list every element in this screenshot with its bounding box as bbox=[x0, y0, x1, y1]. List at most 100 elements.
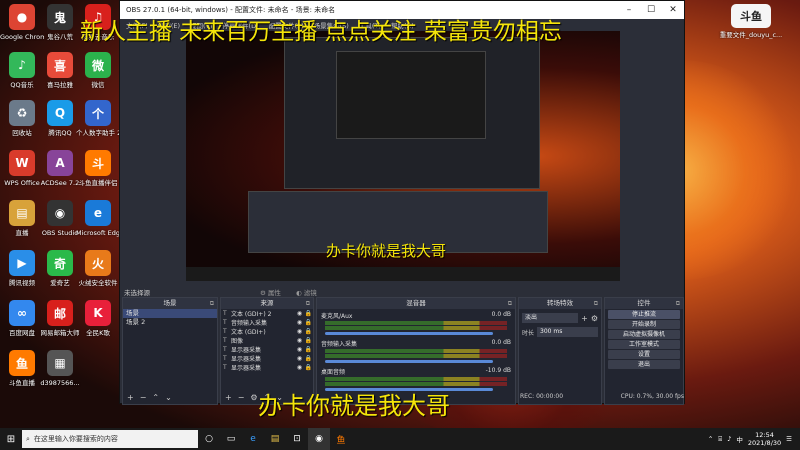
clock-date: 2021/8/30 bbox=[747, 439, 782, 447]
add-icon[interactable]: + bbox=[581, 314, 588, 323]
source-item[interactable]: T 音频输入采集 ◉ 🔒 bbox=[221, 318, 313, 327]
gear-icon[interactable]: ⚙ bbox=[250, 393, 257, 402]
control-button[interactable]: 工作室模式 bbox=[608, 340, 680, 349]
chevron-up-icon[interactable]: ⌃ bbox=[708, 435, 713, 443]
obs-window[interactable]: OBS 27.0.1 (64-bit, windows) - 配置文件: 未命名… bbox=[119, 0, 685, 405]
gear-icon[interactable]: ⚙ bbox=[591, 314, 598, 323]
search-icon: ⌕ bbox=[26, 434, 30, 443]
lock-icon[interactable]: 🔒 bbox=[304, 328, 313, 335]
desktop-icon-label: 火绒安全软件 bbox=[78, 279, 118, 287]
dock-float-icon[interactable]: ⧉ bbox=[306, 298, 310, 309]
properties-button[interactable]: ⚙ 属性 bbox=[260, 287, 281, 297]
eye-icon[interactable]: ◉ bbox=[295, 319, 304, 326]
eye-icon[interactable]: ◉ bbox=[295, 328, 304, 335]
source-type-icon: T bbox=[223, 346, 227, 353]
control-button[interactable]: 停止推流 bbox=[608, 310, 680, 319]
eye-icon[interactable]: ◉ bbox=[295, 337, 304, 344]
source-item[interactable]: T 显示器采集 ◉ 🔒 bbox=[221, 345, 313, 354]
lock-icon[interactable]: 🔒 bbox=[304, 364, 313, 371]
desktop-icon[interactable]: 微微信 bbox=[76, 52, 120, 89]
taskbar: ⊞ ⌕ 在这里输入你要搜索的内容 ○ ▭ e ▤ ⊡ ◉ 鱼 ⌃ ⌸ ♪ 中 1… bbox=[0, 428, 800, 450]
transitions-dock[interactable]: 转场特效 ⧉ 淡出 + ⚙ 时长 300 ms bbox=[518, 297, 602, 405]
mixer-channel-header: 麦克风/Aux 0.0 dB bbox=[321, 311, 511, 320]
channel-level: -10.9 dB bbox=[485, 367, 511, 374]
desktop-icon-douyu-file[interactable]: 斗鱼 重要文件_douyu_c... bbox=[706, 4, 796, 39]
desktop-icon[interactable]: K 全民K歌 bbox=[76, 300, 120, 337]
eye-icon[interactable]: ◉ bbox=[295, 355, 304, 362]
input-language[interactable]: 中 bbox=[736, 434, 743, 444]
dock-float-icon[interactable]: ⧉ bbox=[676, 298, 680, 309]
volume-slider[interactable] bbox=[325, 332, 493, 335]
add-icon[interactable]: + bbox=[127, 393, 134, 402]
lock-icon[interactable]: 🔒 bbox=[304, 346, 313, 353]
duration-input[interactable]: 300 ms bbox=[537, 327, 598, 337]
source-type-icon: T bbox=[223, 355, 227, 362]
remove-icon[interactable]: − bbox=[238, 393, 245, 402]
filters-button[interactable]: ◐ 滤镜 bbox=[296, 287, 317, 297]
app-icon: 个 bbox=[85, 100, 111, 126]
up-icon[interactable]: ⌃ bbox=[152, 393, 159, 402]
eye-icon[interactable]: ◉ bbox=[295, 346, 304, 353]
windows-start-icon[interactable]: ⊞ bbox=[0, 428, 22, 450]
controls-dock[interactable]: 控件 ⧉ 停止推流 开始录制 启动虚拟摄像机 工作室模式 设置 退出 bbox=[604, 297, 684, 405]
source-item[interactable]: T 文本 (GDI+) 2 ◉ 🔒 bbox=[221, 309, 313, 318]
desktop-icon[interactable]: 火火绒安全软件 bbox=[76, 250, 120, 287]
store-icon[interactable]: ⊡ bbox=[286, 428, 308, 450]
notification-icon[interactable]: ☰ bbox=[786, 435, 792, 443]
source-item[interactable]: T 文本 (GDI+) ◉ 🔒 bbox=[221, 327, 313, 336]
transition-type-select[interactable]: 淡出 bbox=[522, 313, 579, 323]
desktop-icon[interactable]: 个个人数字助手 2.1 bbox=[76, 100, 120, 137]
obs-taskbar-icon[interactable]: ◉ bbox=[308, 428, 330, 450]
volume-icon[interactable]: ♪ bbox=[727, 435, 731, 443]
douyu-taskbar-icon[interactable]: 鱼 bbox=[330, 428, 352, 450]
scene-item[interactable]: 场景 2 bbox=[123, 318, 217, 327]
desktop-icon[interactable]: ▦ d3987566... bbox=[38, 350, 82, 387]
dock-float-icon[interactable]: ⧉ bbox=[594, 298, 598, 309]
scene-item[interactable]: 场景 bbox=[123, 309, 217, 318]
minimize-icon[interactable]: – bbox=[618, 5, 640, 15]
dock-header: 来源 ⧉ bbox=[221, 298, 313, 309]
task-view-icon[interactable]: ▭ bbox=[220, 428, 242, 450]
control-button[interactable]: 退出 bbox=[608, 360, 680, 369]
remove-icon[interactable]: − bbox=[140, 393, 147, 402]
source-item[interactable]: T 图像 ◉ 🔒 bbox=[221, 336, 313, 345]
duration-row: 时长 300 ms bbox=[522, 327, 598, 337]
source-type-icon: T bbox=[223, 328, 227, 335]
down-icon[interactable]: ⌄ bbox=[165, 393, 172, 402]
network-icon[interactable]: ⌸ bbox=[718, 435, 722, 444]
file-explorer-icon[interactable]: ▤ bbox=[264, 428, 286, 450]
scenes-dock[interactable]: 场景 ⧉ 场景 场景 2 + − ⌃ ⌄ bbox=[122, 297, 218, 405]
taskbar-search[interactable]: ⌕ 在这里输入你要搜索的内容 bbox=[22, 430, 198, 448]
source-item[interactable]: T 显示器采集 ◉ 🔒 bbox=[221, 354, 313, 363]
mixer-channel: 音频输入采集 0.0 dB bbox=[317, 337, 515, 363]
banner-overlay-text: 新人主播 未来百万主播 点点关注 荣富贵勿相忘 bbox=[80, 19, 562, 45]
volume-slider[interactable] bbox=[325, 360, 493, 363]
desktop-icon[interactable]: 斗斗鱼直播伴侣 bbox=[76, 150, 120, 187]
lock-icon[interactable]: 🔒 bbox=[304, 319, 313, 326]
audio-meter bbox=[325, 354, 507, 358]
cortana-icon[interactable]: ○ bbox=[198, 428, 220, 450]
desktop-icon-label: d3987566... bbox=[40, 379, 80, 387]
control-buttons: 停止推流 开始录制 启动虚拟摄像机 工作室模式 设置 退出 bbox=[605, 310, 683, 369]
lock-icon[interactable]: 🔒 bbox=[304, 310, 313, 317]
dock-float-icon[interactable]: ⧉ bbox=[508, 298, 512, 309]
dock-float-icon[interactable]: ⧉ bbox=[210, 298, 214, 309]
lock-icon[interactable]: 🔒 bbox=[304, 355, 313, 362]
maximize-icon[interactable]: ☐ bbox=[640, 5, 662, 15]
add-icon[interactable]: + bbox=[225, 393, 232, 402]
dock-header: 转场特效 ⧉ bbox=[519, 298, 601, 309]
eye-icon[interactable]: ◉ bbox=[295, 310, 304, 317]
clock[interactable]: 12:54 2021/8/30 bbox=[748, 431, 781, 447]
lock-icon[interactable]: 🔒 bbox=[304, 337, 313, 344]
close-icon[interactable]: ✕ bbox=[662, 5, 684, 15]
edge-icon[interactable]: e bbox=[242, 428, 264, 450]
desktop-icon-label: 个人数字助手 2.1 bbox=[76, 129, 120, 137]
desktop-icon[interactable]: e Microsoft Edge bbox=[76, 200, 120, 237]
control-button[interactable]: 开始录制 bbox=[608, 320, 680, 329]
control-button[interactable]: 设置 bbox=[608, 350, 680, 359]
control-button[interactable]: 启动虚拟摄像机 bbox=[608, 330, 680, 339]
app-icon: 鬼 bbox=[47, 4, 73, 30]
source-item[interactable]: T 显示器采集 ◉ 🔒 bbox=[221, 363, 313, 372]
app-icon: 喜 bbox=[47, 52, 73, 78]
eye-icon[interactable]: ◉ bbox=[295, 364, 304, 371]
